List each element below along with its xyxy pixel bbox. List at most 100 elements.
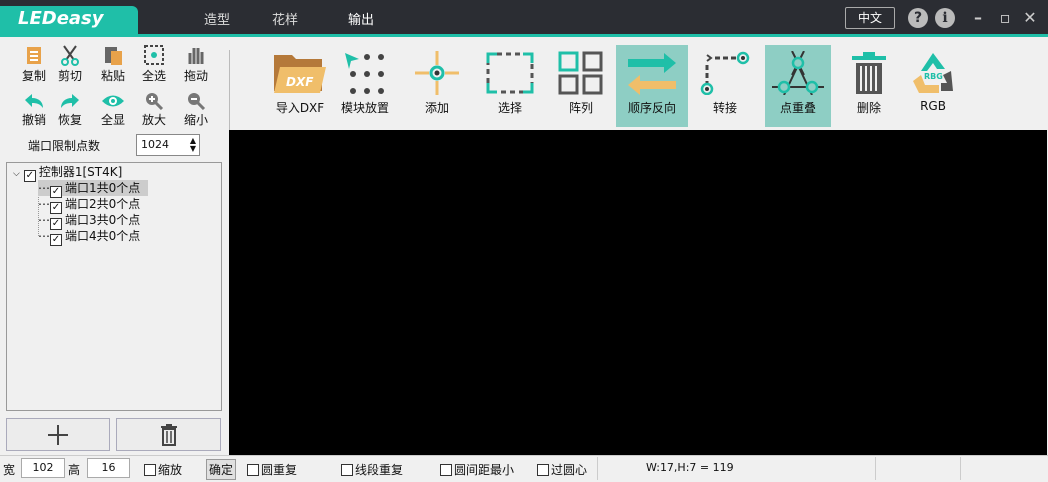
rgb-cycle-icon: RBG bbox=[913, 53, 953, 93]
svg-text:DXF: DXF bbox=[286, 75, 314, 89]
min-circle-gap-label: 圆间距最小 bbox=[454, 463, 515, 477]
eye-icon bbox=[102, 95, 124, 107]
menu-pattern[interactable]: 花样 bbox=[272, 9, 298, 28]
svg-text:RBG: RBG bbox=[924, 72, 943, 81]
port-limit-label: 端口限制点数 bbox=[28, 139, 101, 153]
module-place-button[interactable]: 模块放置 bbox=[330, 45, 400, 127]
transfer-button[interactable]: 转接 bbox=[690, 45, 760, 127]
point-overlap-button[interactable]: 点重叠 bbox=[765, 45, 831, 127]
tree-node-label: 端口2共0个点 bbox=[65, 197, 141, 211]
plus-icon bbox=[48, 424, 68, 445]
port-limit-value: 1024 bbox=[141, 138, 169, 151]
tree-node-label: 端口3共0个点 bbox=[65, 213, 141, 227]
zoom-out-icon bbox=[188, 93, 206, 110]
zoom-in-label: 放大 bbox=[141, 113, 166, 127]
design-canvas[interactable] bbox=[229, 130, 1047, 455]
tree-node-port[interactable]: ⋯ ✓ 端口1共0个点 bbox=[38, 180, 149, 198]
array-button[interactable]: 阵列 bbox=[546, 45, 616, 127]
import-dxf-button[interactable]: DXF 导入DXF bbox=[265, 45, 335, 127]
checkbox[interactable]: ✓ bbox=[50, 234, 62, 246]
rgb-button[interactable]: RBG RGB bbox=[898, 45, 968, 127]
import-dxf-label: 导入DXF bbox=[275, 101, 325, 115]
tree-node-port[interactable]: ⋯ ✓ 端口4共0个点 bbox=[38, 228, 140, 246]
undo-button[interactable]: 撤销 bbox=[14, 92, 54, 128]
cut-label: 剪切 bbox=[57, 69, 82, 83]
segment-repeat-label: 线段重复 bbox=[355, 463, 404, 477]
undo-label: 撤销 bbox=[21, 113, 46, 127]
grid-icon bbox=[558, 51, 603, 95]
info-icon[interactable]: i bbox=[935, 8, 955, 28]
transfer-path-icon bbox=[700, 51, 750, 95]
drag-label: 拖动 bbox=[183, 69, 208, 83]
accent-line bbox=[0, 34, 1048, 37]
confirm-button[interactable]: 确定 bbox=[206, 459, 237, 480]
scissors-icon bbox=[61, 45, 79, 66]
copy-label: 复制 bbox=[21, 69, 46, 83]
menu-shape[interactable]: 造型 bbox=[204, 9, 230, 28]
zoom-out-label: 缩小 bbox=[183, 113, 208, 127]
array-label: 阵列 bbox=[568, 101, 593, 115]
divider bbox=[229, 50, 230, 130]
trash-icon bbox=[160, 423, 177, 446]
width-input[interactable]: 102 bbox=[21, 458, 65, 478]
select-label: 选择 bbox=[497, 101, 522, 115]
delete-port-button[interactable] bbox=[116, 418, 221, 451]
trash-icon bbox=[852, 52, 886, 94]
select-button[interactable]: 选择 bbox=[475, 45, 545, 127]
delete-button[interactable]: 删除 bbox=[834, 45, 904, 127]
zoom-in-icon bbox=[146, 93, 164, 110]
dot-grid-icon bbox=[345, 53, 384, 94]
through-center-checkbox[interactable]: 过圆心 bbox=[537, 461, 587, 478]
reverse-order-button[interactable]: 顺序反向 bbox=[616, 45, 688, 127]
language-button[interactable]: 中文 bbox=[845, 7, 895, 29]
app-logo: LEDeasy bbox=[0, 6, 138, 36]
restore-button[interactable]: ▫ bbox=[995, 8, 1015, 27]
show-all-button[interactable]: 全显 bbox=[93, 92, 133, 128]
close-button[interactable]: ✕ bbox=[1020, 8, 1040, 27]
copy-icon bbox=[27, 47, 41, 64]
tree-node-label: 端口1共0个点 bbox=[65, 181, 141, 195]
controller-tree: ⌵ ✓ 控制器1[ST4K] ⋯ ✓ 端口1共0个点 ⋯ ✓ 端口2共0个点 ⋯ ✓ 端口3共0… bbox=[6, 162, 222, 411]
rgb-label: RGB bbox=[920, 99, 946, 113]
tree-node-port[interactable]: ⋯ ✓ 端口2共0个点 bbox=[38, 196, 141, 214]
chevron-down-icon[interactable]: ⌵ bbox=[13, 169, 20, 179]
port-limit-input[interactable]: 1024 ▲ ▼ bbox=[136, 134, 200, 156]
height-input[interactable]: 16 bbox=[87, 458, 130, 478]
add-port-button[interactable] bbox=[6, 418, 110, 451]
scale-checkbox[interactable]: 缩放 bbox=[144, 461, 182, 478]
spinner-icon[interactable]: ▲ ▼ bbox=[190, 137, 196, 153]
marquee-icon bbox=[486, 52, 534, 94]
transfer-label: 转接 bbox=[712, 101, 737, 115]
triangle-nodes-icon bbox=[772, 51, 824, 95]
help-icon[interactable]: ? bbox=[908, 8, 928, 28]
paste-label: 粘贴 bbox=[100, 69, 125, 83]
height-label: 高 bbox=[68, 463, 81, 477]
tree-node-port[interactable]: ⋯ ✓ 端口3共0个点 bbox=[38, 212, 141, 230]
tree-node-controller[interactable]: ⌵ ✓ 控制器1[ST4K] bbox=[13, 164, 122, 182]
redo-label: 恢复 bbox=[57, 113, 82, 127]
module-place-label: 模块放置 bbox=[340, 101, 389, 115]
zoom-in-button[interactable]: 放大 bbox=[134, 92, 174, 128]
show-all-label: 全显 bbox=[100, 113, 125, 127]
add-button[interactable]: 添加 bbox=[402, 45, 472, 127]
select-all-button[interactable]: 全选 bbox=[134, 44, 174, 84]
through-center-label: 过圆心 bbox=[551, 463, 588, 477]
circle-repeat-checkbox[interactable]: 圆重复 bbox=[247, 461, 297, 478]
min-circle-gap-checkbox[interactable]: 圆间距最小 bbox=[440, 461, 514, 478]
menu-output[interactable]: 输出 bbox=[348, 9, 374, 28]
hand-icon bbox=[188, 48, 204, 64]
crosshair-icon bbox=[415, 51, 459, 95]
minimize-button[interactable]: – bbox=[968, 8, 988, 27]
checkbox[interactable]: ✓ bbox=[23, 170, 36, 182]
segment-repeat-checkbox[interactable]: 线段重复 bbox=[341, 461, 403, 478]
dxf-folder-icon: DXF bbox=[274, 55, 326, 93]
size-readout: W:17,H:7 = 119 bbox=[646, 461, 734, 474]
zoom-out-button[interactable]: 缩小 bbox=[176, 92, 216, 128]
paste-button[interactable]: 粘贴 bbox=[93, 44, 133, 84]
point-overlap-label: 点重叠 bbox=[779, 101, 816, 115]
redo-button[interactable]: 恢复 bbox=[50, 92, 90, 128]
drag-button[interactable]: 拖动 bbox=[176, 44, 216, 84]
copy-button[interactable]: 复制 bbox=[14, 44, 54, 84]
delete-label: 删除 bbox=[856, 101, 881, 115]
cut-button[interactable]: 剪切 bbox=[50, 44, 90, 84]
